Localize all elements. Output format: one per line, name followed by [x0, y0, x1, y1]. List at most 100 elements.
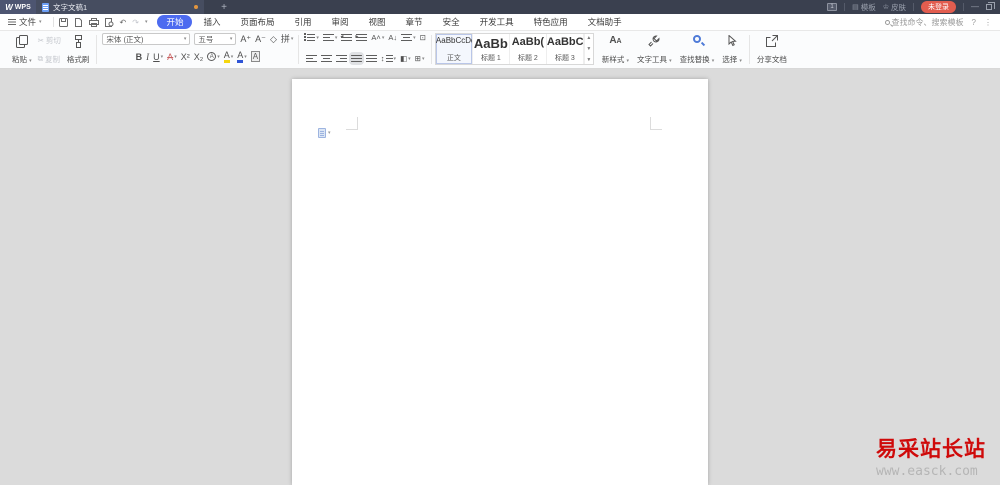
text-tool-button[interactable]: 文字工具 ▾: [635, 34, 674, 66]
paragraph-layout-button[interactable]: ⊡: [420, 33, 426, 42]
bold-button[interactable]: B: [136, 52, 143, 62]
shrink-font-button[interactable]: A⁻: [255, 34, 266, 44]
numbering-button[interactable]: ▾: [322, 33, 337, 42]
wps-logo[interactable]: W WPS: [0, 0, 36, 14]
font-size-select[interactable]: 五号 ▾: [194, 33, 237, 45]
borders-button[interactable]: ⊞ ▾: [415, 54, 425, 63]
clear-format-button[interactable]: ◇: [270, 34, 277, 44]
font-color-button[interactable]: A ▾: [237, 50, 247, 63]
character-shading-button[interactable]: A: [250, 51, 261, 62]
distribute-button[interactable]: [365, 54, 377, 63]
new-style-button[interactable]: AA 新样式 ▾: [600, 34, 631, 66]
wrench-icon: [648, 34, 660, 47]
paragraph-group: ▾ ▾ A˄▾ A↓ ▾ ⊡ ↕▾ ◧▾ ⊞▾: [300, 33, 430, 63]
shading-button[interactable]: ◧ ▾: [400, 54, 411, 63]
style-heading2[interactable]: AaBb( 标题 2: [510, 34, 547, 64]
paste-button[interactable]: 粘贴 ▾: [10, 34, 34, 66]
quick-access-dropdown-icon[interactable]: ▾: [145, 19, 148, 25]
new-style-icon: AA: [609, 34, 622, 46]
login-button[interactable]: 未登录: [921, 1, 956, 13]
skin-button[interactable]: ♔ 皮肤: [883, 2, 906, 13]
tab-references[interactable]: 引用: [286, 15, 321, 29]
strikethrough-button[interactable]: A ▾: [167, 52, 177, 62]
tab-doc-assistant[interactable]: 文档助手: [579, 15, 631, 29]
align-right-button[interactable]: [335, 54, 347, 63]
print-icon[interactable]: [88, 17, 99, 27]
copy-button[interactable]: ⧉ 复制: [38, 54, 61, 65]
wps-app-name: WPS: [14, 3, 31, 11]
tab-view[interactable]: 视图: [360, 15, 395, 29]
file-menu-button[interactable]: 文件 ▾: [8, 16, 48, 28]
format-painter-button[interactable]: 格式刷: [65, 34, 92, 66]
select-button[interactable]: 选择 ▾: [720, 34, 744, 66]
help-button[interactable]: ?: [972, 18, 976, 27]
gallery-more-icon[interactable]: ▼: [586, 57, 591, 63]
templates-button[interactable]: ▤ 模板: [852, 2, 876, 13]
ribbon-tabs: 开始 插入 页面布局 引用 审阅 视图 章节 安全 开发工具 特色应用 文档助手: [157, 15, 630, 29]
document-tab[interactable]: 文字文稿1: [36, 0, 204, 14]
underline-button[interactable]: U ▾: [153, 52, 163, 62]
paste-options-button[interactable]: ▾: [318, 128, 331, 138]
titlebar-right-controls: 1 ▤ 模板 ♔ 皮肤 未登录 —: [827, 0, 1000, 14]
tab-developer[interactable]: 开发工具: [471, 15, 523, 29]
tools-group: AA 新样式 ▾ 文字工具 ▾ 查找替换 ▾ 选择 ▾: [596, 33, 748, 66]
bullets-button[interactable]: ▾: [304, 33, 319, 42]
redo-icon[interactable]: ↷: [132, 18, 139, 27]
document-page[interactable]: ▾: [292, 79, 708, 485]
chevron-down-icon: ▾: [39, 19, 42, 25]
undo-icon[interactable]: ↶: [120, 18, 127, 27]
tab-home[interactable]: 开始: [157, 15, 193, 29]
superscript-button[interactable]: X²: [181, 52, 190, 62]
highlight-button[interactable]: A ▾: [223, 50, 233, 63]
new-tab-button[interactable]: +: [204, 0, 244, 14]
hamburger-icon: [8, 19, 16, 25]
show-marks-button[interactable]: ▾: [401, 33, 416, 42]
subscript-button[interactable]: X₂: [194, 52, 204, 62]
print-preview-icon[interactable]: [104, 17, 114, 27]
ribbon-toolbar: 粘贴 ▾ ✂ 剪切 ⧉ 复制 格式刷 宋体 (正文) ▾ 五号 ▾ A⁺ A⁻ …: [0, 31, 1000, 69]
tab-security[interactable]: 安全: [434, 15, 469, 29]
search-placeholder: 查找命令、搜索模板: [891, 17, 964, 27]
tab-review[interactable]: 审阅: [323, 15, 358, 29]
unsaved-indicator-dot: [194, 5, 198, 9]
find-replace-magnifier-icon: [692, 34, 701, 43]
grow-font-button[interactable]: A⁺: [240, 34, 251, 44]
italic-button[interactable]: I: [146, 52, 149, 62]
more-options-icon[interactable]: ⋮: [984, 18, 992, 27]
find-replace-button[interactable]: 查找替换 ▾: [678, 34, 717, 66]
tab-section[interactable]: 章节: [397, 15, 432, 29]
style-heading1[interactable]: AaBb 标题 1: [473, 34, 510, 64]
copy-icon: ⧉: [37, 54, 43, 63]
tab-special-features[interactable]: 特色应用: [525, 15, 577, 29]
pinyin-guide-button[interactable]: 拼 ▾: [281, 34, 294, 44]
cut-button[interactable]: ✂ 剪切: [38, 35, 61, 46]
gallery-scroll-down-icon[interactable]: ▼: [586, 46, 591, 52]
command-search-box[interactable]: 查找命令、搜索模板: [884, 17, 964, 28]
document-icon: [42, 2, 49, 12]
tab-insert[interactable]: 插入: [194, 15, 229, 29]
justify-button[interactable]: [350, 54, 362, 63]
style-heading3[interactable]: AaBbC( 标题 3: [547, 34, 584, 64]
align-left-button[interactable]: [305, 54, 317, 63]
decrease-indent-button[interactable]: [340, 33, 353, 42]
share-group: 分享文档: [751, 33, 793, 66]
font-name-select[interactable]: 宋体 (正文) ▾: [102, 33, 191, 45]
tab-page-layout[interactable]: 页面布局: [231, 15, 283, 29]
menubar-right: 查找命令、搜索模板 ? ⋮: [884, 17, 992, 28]
restore-button[interactable]: [986, 2, 995, 10]
sort-button[interactable]: A↓: [388, 33, 397, 42]
window-count-badge[interactable]: 1: [827, 3, 838, 11]
character-scale-button[interactable]: A˄ ▾: [371, 33, 384, 42]
enclose-character-button[interactable]: A ▾: [207, 52, 220, 61]
export-pdf-icon[interactable]: [74, 17, 83, 27]
gallery-scroll-up-icon[interactable]: ▲: [586, 35, 591, 41]
watermark-url: www.easck.com: [876, 464, 978, 479]
clipboard-group: 粘贴 ▾ ✂ 剪切 ⧉ 复制 格式刷: [6, 33, 95, 66]
minimize-button[interactable]: —: [971, 3, 979, 11]
line-spacing-button[interactable]: ↕ ▾: [381, 54, 396, 63]
style-normal[interactable]: AaBbCcDd 正文: [435, 34, 473, 64]
share-document-button[interactable]: 分享文档: [755, 34, 789, 66]
align-center-button[interactable]: [320, 54, 332, 63]
increase-indent-button[interactable]: [355, 33, 368, 42]
save-icon[interactable]: [58, 17, 68, 27]
